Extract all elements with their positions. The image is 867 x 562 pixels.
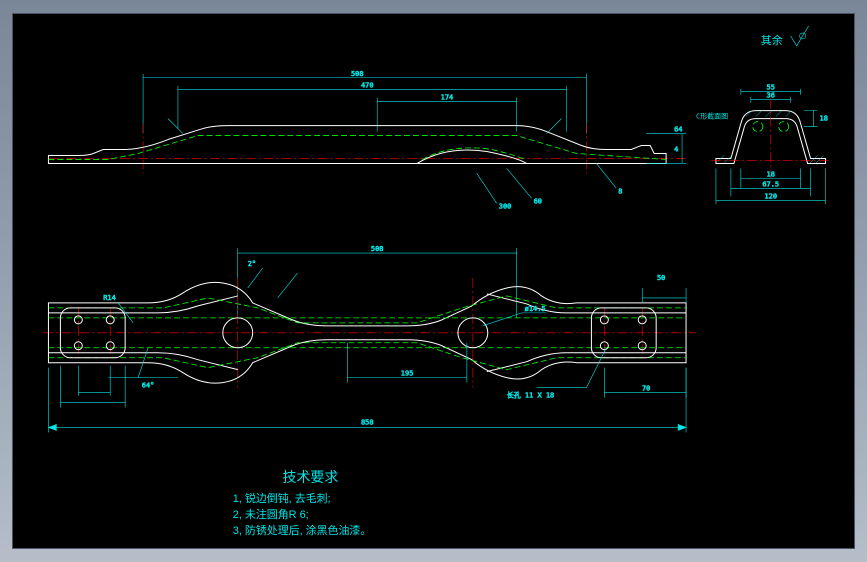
svg-text:64°: 64° xyxy=(142,382,155,390)
section-view: 55 36 C形截面图 18 18 67.5 xyxy=(696,84,830,205)
svg-text:4: 4 xyxy=(674,145,678,153)
tech-req-item-3: 3, 防锈处理后, 涂黑色油漆。 xyxy=(233,523,372,537)
svg-text:长孔 11 X 18: 长孔 11 X 18 xyxy=(507,391,555,400)
tech-req-title: 技术要求 xyxy=(283,469,339,485)
svg-text:C形截面图: C形截面图 xyxy=(696,112,728,121)
svg-text:ø14.5: ø14.5 xyxy=(525,305,546,313)
svg-text:36: 36 xyxy=(767,92,775,100)
svg-text:18: 18 xyxy=(820,115,828,123)
surface-finish-note: 其余 xyxy=(761,26,809,47)
svg-text:508: 508 xyxy=(351,70,364,78)
svg-text:470: 470 xyxy=(361,82,374,90)
tech-req-item-2: 2, 未注圆角R 6; xyxy=(233,507,309,521)
svg-text:508: 508 xyxy=(371,245,384,253)
svg-text:R14: R14 xyxy=(103,294,116,302)
svg-text:70: 70 xyxy=(642,385,650,393)
svg-text:858: 858 xyxy=(361,418,374,426)
svg-text:300: 300 xyxy=(499,202,512,210)
plan-view: 508 2 xyxy=(43,245,696,432)
tech-req-item-1: 1, 锐边倒钝, 去毛刺; xyxy=(233,491,331,505)
svg-text:64: 64 xyxy=(674,126,682,134)
svg-text:18: 18 xyxy=(767,170,775,178)
tech-requirements: 技术要求 1, 锐边倒钝, 去毛刺; 2, 未注圆角R 6; 3, 防锈处理后,… xyxy=(233,469,372,537)
svg-text:2°: 2° xyxy=(248,260,256,268)
svg-text:195: 195 xyxy=(401,370,414,378)
cad-viewport[interactable]: 其余 508 470 174 xyxy=(12,13,855,549)
svg-text:55: 55 xyxy=(767,84,775,92)
svg-text:174: 174 xyxy=(441,94,454,102)
svg-text:50: 50 xyxy=(657,274,665,282)
drawing-canvas: 其余 508 470 174 xyxy=(13,14,854,548)
elevation-view: 508 470 174 64 4 300 xyxy=(48,70,686,211)
svg-text:67.5: 67.5 xyxy=(762,180,779,188)
svg-text:60: 60 xyxy=(534,197,542,205)
svg-text:8: 8 xyxy=(618,187,622,195)
svg-text:120: 120 xyxy=(764,192,777,200)
surface-note-text: 其余 xyxy=(761,33,783,47)
